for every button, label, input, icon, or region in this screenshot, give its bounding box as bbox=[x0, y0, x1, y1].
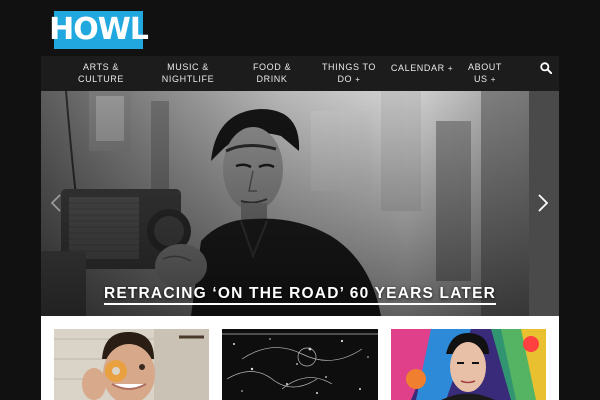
nav-label-line1: About bbox=[467, 62, 503, 72]
nav-item-food-drink[interactable]: Food & Drink bbox=[253, 61, 291, 85]
nav-label-line2: Do bbox=[337, 74, 353, 84]
hero-title-link[interactable]: Retracing ‘On the Road’ 60 Years Later bbox=[41, 285, 559, 305]
plus-icon: + bbox=[355, 75, 361, 84]
nav-label-line2: Nightlife bbox=[161, 74, 215, 84]
chevron-right-icon[interactable] bbox=[538, 194, 548, 212]
site-logo[interactable]: HOWL bbox=[49, 11, 149, 49]
nav-label-line1: Music & bbox=[167, 62, 209, 72]
nav-item-about-us[interactable]: About Us + bbox=[468, 61, 502, 86]
nav-label-line1: Food & bbox=[252, 62, 292, 72]
nav-item-music-nightlife[interactable]: Music & Nightlife bbox=[162, 61, 214, 85]
hero-slider[interactable]: Retracing ‘On the Road’ 60 Years Later bbox=[41, 91, 559, 316]
nav-label-line2: Drink bbox=[256, 74, 288, 84]
plus-icon: + bbox=[490, 75, 497, 84]
thumbnail-donut[interactable] bbox=[54, 329, 209, 400]
nav-label-line1: Arts & bbox=[83, 62, 119, 72]
nav-label-line2: Culture bbox=[77, 74, 125, 84]
nav-label-line1: Calendar bbox=[390, 63, 445, 73]
chevron-left-icon[interactable] bbox=[51, 194, 61, 212]
thumbnail-pop-art-image bbox=[391, 329, 546, 400]
nav-label-line1: Things to bbox=[321, 62, 377, 72]
hero-image bbox=[41, 91, 529, 316]
main-navigation: Arts & Culture Music & Nightlife Food & … bbox=[41, 56, 559, 91]
thumbnail-donut-image bbox=[54, 329, 209, 400]
hero-title: Retracing ‘On the Road’ 60 Years Later bbox=[103, 285, 497, 305]
thumbnail-pop-art-portrait[interactable] bbox=[391, 329, 546, 400]
thumbnail-constellation[interactable] bbox=[222, 329, 378, 400]
nav-item-calendar[interactable]: Calendar + bbox=[391, 62, 453, 75]
search-icon[interactable] bbox=[540, 62, 552, 74]
logo-text: HOWL bbox=[49, 12, 149, 47]
nav-item-arts-culture[interactable]: Arts & Culture bbox=[78, 61, 124, 85]
nav-label-line2: Us bbox=[473, 74, 488, 84]
plus-icon: + bbox=[447, 64, 454, 73]
nav-item-things-to-do[interactable]: Things to Do + bbox=[322, 61, 376, 86]
thumbnail-constellation-image bbox=[222, 329, 378, 400]
